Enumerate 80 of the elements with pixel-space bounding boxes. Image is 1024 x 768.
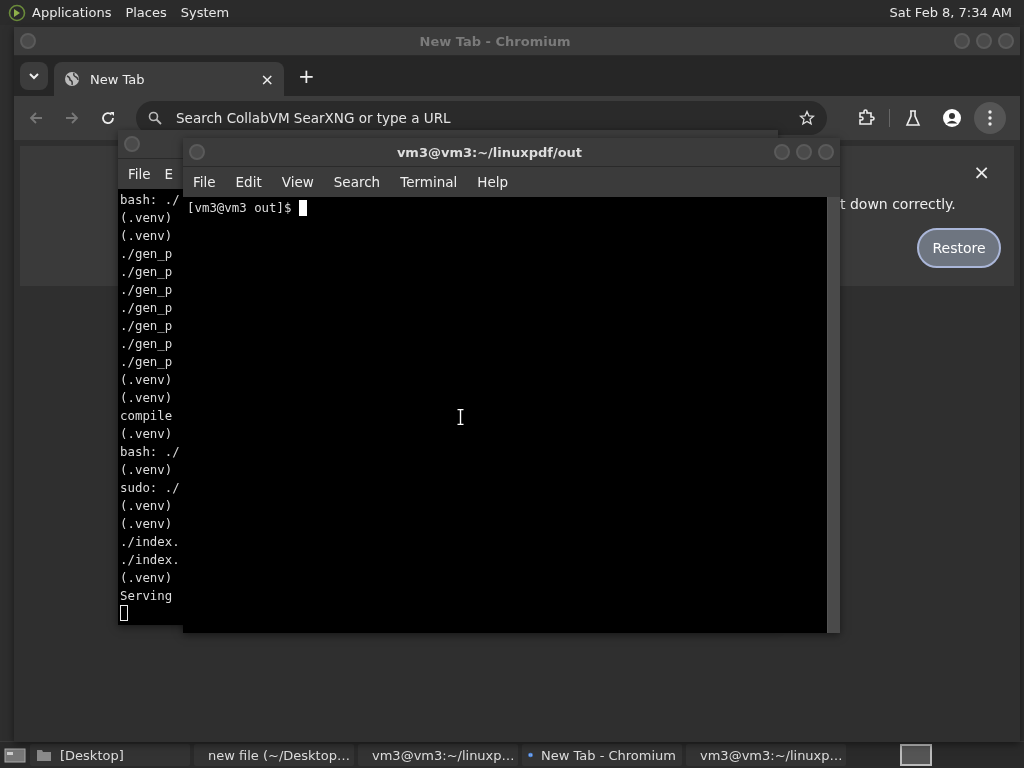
maximize-button[interactable]	[796, 144, 812, 160]
menu-item[interactable]: View	[281, 174, 314, 190]
terminal-line: bash: ./	[120, 191, 180, 209]
show-desktop-icon[interactable]	[4, 746, 26, 764]
terminal-line: Serving	[120, 587, 173, 605]
panel-menu[interactable]: Applications	[32, 5, 112, 20]
window-title: New Tab - Chromium	[418, 33, 572, 49]
terminal-line: ./gen_p	[120, 299, 173, 317]
terminal-line: ./gen_p	[120, 245, 173, 263]
menu-item[interactable]: Search	[333, 174, 381, 190]
terminal-line: (.venv)	[120, 371, 173, 389]
three-dots-icon	[988, 110, 992, 126]
tab-close-button[interactable]: ×	[260, 69, 274, 89]
chevron-down-icon	[29, 72, 39, 80]
scrollbar[interactable]	[827, 197, 840, 633]
minimize-button[interactable]	[954, 33, 970, 49]
terminal-line: ./gen_p	[120, 335, 173, 353]
terminal-line: (.venv)	[120, 227, 173, 245]
search-icon	[148, 111, 162, 125]
tab-title: New Tab	[90, 71, 146, 87]
close-button[interactable]: ×	[973, 160, 990, 184]
menu-item[interactable]: File	[128, 166, 151, 182]
profile-icon[interactable]	[942, 108, 962, 128]
terminal-line: ./gen_p	[120, 353, 173, 371]
close-button[interactable]	[998, 33, 1014, 49]
terminal-line: ./index.	[120, 551, 180, 569]
globe-icon	[64, 71, 80, 87]
logo-icon[interactable]	[8, 3, 26, 22]
minimize-button[interactable]	[774, 144, 790, 160]
window-menu-button[interactable]	[20, 33, 36, 49]
back-icon[interactable]	[28, 110, 44, 126]
window-title: vm3@vm3:~/linuxpdf/out	[395, 144, 584, 160]
terminal-line: (.venv)	[120, 569, 173, 587]
puzzle-piece-icon[interactable]	[857, 109, 875, 127]
terminal-line: ./index.	[120, 533, 180, 551]
terminal-line: ./gen_p	[120, 317, 173, 335]
tab-search-button[interactable]	[20, 62, 48, 90]
text-cursor	[298, 200, 307, 216]
star-icon[interactable]	[799, 110, 815, 126]
browser-tab[interactable]: New Tab ×	[54, 62, 284, 96]
terminal-line: (.venv)	[120, 461, 173, 479]
clock[interactable]: Sat Feb 8, 7:34 AM	[889, 5, 1012, 20]
menu-button[interactable]	[974, 102, 1006, 134]
menu-item[interactable]: E	[164, 166, 174, 182]
text-cursor	[120, 605, 128, 621]
terminal-line: sudo: ./	[120, 479, 180, 497]
taskbar-button[interactable]: [Desktop]	[30, 744, 190, 766]
maximize-button[interactable]	[976, 33, 992, 49]
panel-menu[interactable]: Places	[125, 5, 167, 20]
terminal-line: (.venv)	[120, 497, 173, 515]
taskbar-button[interactable]: new file (~/Desktop…	[194, 744, 354, 766]
workspace-switcher[interactable]	[900, 744, 932, 766]
terminal-line: ./gen_p	[120, 263, 173, 281]
window-menu-button[interactable]	[124, 136, 140, 152]
taskbar-button[interactable]: New Tab - Chromium	[522, 744, 682, 766]
flask-icon[interactable]	[904, 109, 922, 127]
forward-icon[interactable]	[64, 110, 80, 126]
panel-menu[interactable]: System	[180, 5, 230, 20]
restore-button[interactable]: Restore	[917, 228, 1001, 268]
folder-icon	[36, 748, 52, 762]
taskbar-button[interactable]: vm3@vm3:~/linuxp…	[358, 744, 518, 766]
window-menu-button[interactable]	[189, 144, 205, 160]
terminal-line: ./gen_p	[120, 281, 173, 299]
new-tab-button[interactable]: +	[298, 64, 315, 88]
terminal-line: (.venv)	[120, 209, 173, 227]
menu-item[interactable]: File	[193, 174, 216, 190]
menu-item[interactable]: Terminal	[400, 174, 458, 190]
terminal-line: (.venv)	[120, 515, 173, 533]
terminal-line: (.venv)	[120, 389, 173, 407]
menu-item[interactable]: Edit	[235, 174, 262, 190]
shell-prompt: [vm3@vm3 out]$	[187, 199, 293, 217]
terminal-line: compile	[120, 407, 173, 425]
infobar-message: t down correctly.	[840, 196, 956, 212]
text-cursor-icon	[457, 409, 464, 425]
terminal-line: bash: ./	[120, 443, 180, 461]
reload-icon[interactable]	[100, 110, 116, 126]
taskbar-button[interactable]: vm3@vm3:~/linuxp…	[686, 744, 846, 766]
menu-item[interactable]: Help	[477, 174, 509, 190]
terminal-line: (.venv)	[120, 425, 173, 443]
close-button[interactable]	[818, 144, 834, 160]
